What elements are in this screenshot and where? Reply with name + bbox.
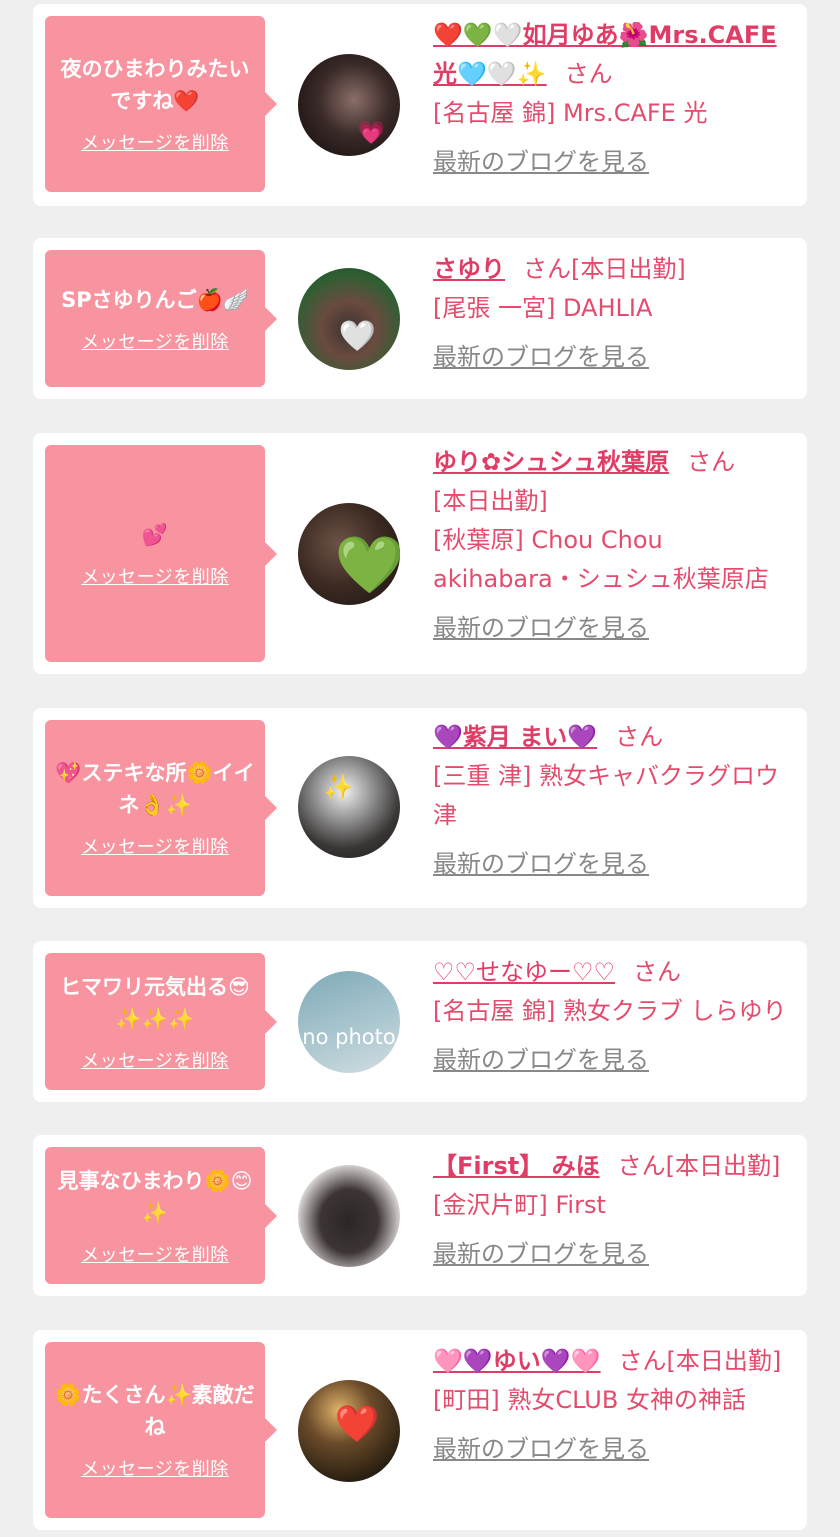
avatar[interactable]: ❤️ [298,1380,400,1482]
profile-name-link[interactable]: 【First】 みほ [433,1152,600,1180]
profile-info: ❤️💚🤍如月ゆあ🌺Mrs.CAFE光🩵🤍✨ さん [名古屋 錦] Mrs.CAFE… [433,16,793,182]
avatar[interactable] [298,1165,400,1267]
shop-label: [金沢片町] First [433,1191,606,1219]
avatar[interactable]: 💗 [298,54,400,156]
delete-message-link[interactable]: メッセージを削除 [81,1455,229,1481]
message-card: 🌼たくさん✨素敵だね メッセージを削除 ❤️ 🩷💜ゆい💜🩷 さん[本日出勤] [町… [33,1330,807,1530]
san-label: さん[本日出勤] [523,255,686,283]
san-label: さん[本日出勤] [618,1347,782,1375]
no-photo-text: no photo [302,1025,396,1049]
message-text: 🌼たくさん✨素敵だね [55,1383,255,1439]
shop-label: [町田] 熟女CLUB 女神の神話 [433,1386,746,1414]
status-label: [本日出勤] [433,487,548,515]
delete-message-link[interactable]: メッセージを削除 [81,563,229,589]
profile-info: 【First】 みほ さん[本日出勤] [金沢片町] First 最新のブログを見… [433,1147,793,1274]
profile-name-link[interactable]: 🩷💜ゆい💜🩷 [433,1347,601,1375]
avatar[interactable]: 🤍 [298,268,400,370]
message-text: SPさゆりんご🍎🪽 [61,287,249,312]
message-list: 夜のひまわりみたいですね❤️ メッセージを削除 💗 ❤️💚🤍如月ゆあ🌺Mrs.C… [0,0,840,1537]
profile-info: 🩷💜ゆい💜🩷 さん[本日出勤] [町田] 熟女CLUB 女神の神話 最新のブログを… [433,1342,793,1469]
delete-message-link[interactable]: メッセージを削除 [81,328,229,354]
profile-info: ♡♡せなゆー♡♡ さん [名古屋 錦] 熟女クラブ しらゆり 最新のブログを見る [433,953,793,1080]
message-bubble: SPさゆりんご🍎🪽 メッセージを削除 [45,250,277,387]
shop-label: [三重 津] 熟女キャバクラグロウ津 [433,762,779,829]
profile-info: さゆり さん[本日出勤] [尾張 一宮] DAHLIA 最新のブログを見る [433,250,793,377]
profile-name-link[interactable]: ゆり✿シュシュ秋葉原 [433,448,669,476]
profile-name-link[interactable]: ♡♡せなゆー♡♡ [433,958,615,986]
latest-blog-link[interactable]: 最新のブログを見る [433,1235,793,1274]
delete-message-link[interactable]: メッセージを削除 [81,833,229,859]
delete-message-link[interactable]: メッセージを削除 [81,1047,229,1073]
delete-message-link[interactable]: メッセージを削除 [81,1241,229,1267]
white-heart-icon: 🤍 [338,319,376,355]
shop-label: [名古屋 錦] 熟女クラブ しらゆり [433,997,787,1025]
shop-label: [秋葉原] Chou Chou akihabara・シュシュ秋葉原店 [433,526,769,593]
message-bubble: ヒマワリ元気出る😎✨✨✨ メッセージを削除 [45,953,277,1090]
message-text: ヒマワリ元気出る😎✨✨✨ [60,974,250,1031]
latest-blog-link[interactable]: 最新のブログを見る [433,338,793,377]
avatar[interactable]: 💚 [298,503,400,605]
latest-blog-link[interactable]: 最新のブログを見る [433,143,793,182]
avatar[interactable]: ✨ [298,756,400,858]
profile-name-link[interactable]: さゆり [433,255,505,283]
message-text: 💕 [141,522,169,547]
message-text: 見事なひまわり🌼😊✨ [57,1168,253,1225]
message-text: 夜のひまわりみたいですね❤️ [60,57,250,113]
message-bubble: 見事なひまわり🌼😊✨ メッセージを削除 [45,1147,277,1284]
san-label: さん [564,60,613,88]
red-heart-icon: ❤️ [334,1403,380,1445]
sparkle-icon: ✨ [323,772,354,801]
pink-heart-icon: 💗 [357,120,386,146]
san-label: さん[本日出勤] [617,1152,781,1180]
san-label: さん [615,723,664,751]
latest-blog-link[interactable]: 最新のブログを見る [433,609,793,648]
message-bubble: 💕 メッセージを削除 [45,445,277,662]
san-label: さん [633,958,682,986]
message-card: 💕 メッセージを削除 💚 ゆり✿シュシュ秋葉原 さん [本日出勤] [秋葉原] C… [33,433,807,674]
profile-info: ゆり✿シュシュ秋葉原 さん [本日出勤] [秋葉原] Chou Chou akih… [433,443,793,648]
profile-info: 💜紫月 まい💜 さん [三重 津] 熟女キャバクラグロウ津 最新のブログを見る [433,718,793,884]
latest-blog-link[interactable]: 最新のブログを見る [433,845,793,884]
no-photo-avatar[interactable]: no photo [298,971,400,1073]
shop-label: [尾張 一宮] DAHLIA [433,294,653,322]
shop-label: [名古屋 錦] Mrs.CAFE 光 [433,99,708,127]
latest-blog-link[interactable]: 最新のブログを見る [433,1041,793,1080]
delete-message-link[interactable]: メッセージを削除 [81,129,229,155]
message-bubble: 夜のひまわりみたいですね❤️ メッセージを削除 [45,16,277,192]
message-text: 💖ステキな所🌼イイネ👌✨ [55,761,255,817]
message-card: 見事なひまわり🌼😊✨ メッセージを削除 【First】 みほ さん[本日出勤] [… [33,1135,807,1296]
green-heart-icon: 💚 [334,533,400,599]
message-bubble: 🌼たくさん✨素敵だね メッセージを削除 [45,1342,277,1518]
message-card: 夜のひまわりみたいですね❤️ メッセージを削除 💗 ❤️💚🤍如月ゆあ🌺Mrs.C… [33,4,807,206]
message-card: ヒマワリ元気出る😎✨✨✨ メッセージを削除 no photo ♡♡せなゆー♡♡ さ… [33,941,807,1102]
message-card: 💖ステキな所🌼イイネ👌✨ メッセージを削除 ✨ 💜紫月 まい💜 さん [三重 津]… [33,708,807,908]
san-label: さん [687,448,736,476]
message-bubble: 💖ステキな所🌼イイネ👌✨ メッセージを削除 [45,720,277,896]
latest-blog-link[interactable]: 最新のブログを見る [433,1430,793,1469]
profile-name-link[interactable]: 💜紫月 まい💜 [433,723,597,751]
message-card: SPさゆりんご🍎🪽 メッセージを削除 🤍 さゆり さん[本日出勤] [尾張 一宮]… [33,238,807,399]
